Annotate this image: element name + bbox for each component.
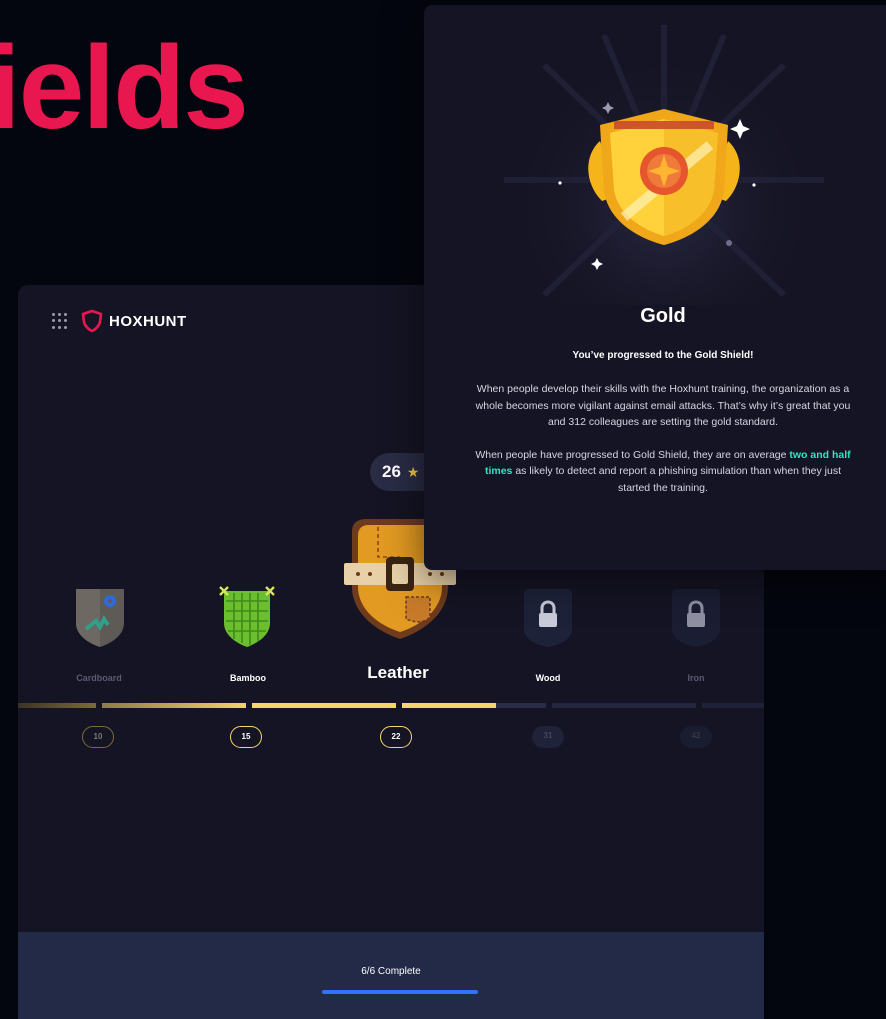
milestone-badge-31: 31: [532, 726, 564, 748]
progress-segment: [18, 703, 96, 708]
wood-shield-locked-icon: [524, 589, 572, 647]
modal-paragraph-1: When people develop their skills with th…: [475, 383, 851, 428]
paragraph-text: as likely to detect and report a phishin…: [512, 465, 842, 494]
completion-progress-bar: [322, 990, 478, 994]
milestone-badge-10: 10: [82, 726, 114, 748]
gold-shield-illustration: [504, 20, 824, 305]
tier-label-bamboo: Bamboo: [230, 673, 266, 683]
app-header: HOXHUNT: [52, 309, 187, 333]
paragraph-text: When people have progressed to Gold Shie…: [475, 448, 790, 461]
hoxhunt-logo-icon: [81, 309, 103, 333]
milestone-badge-15: 15: [230, 726, 262, 748]
quest-footer: 6/6 Complete: [18, 932, 764, 1019]
stars-count: 26: [382, 462, 401, 481]
modal-paragraph-2: When people have progressed to Gold Shie…: [472, 447, 854, 497]
modal-body: When people develop their skills with th…: [472, 381, 854, 512]
progress-segment: [102, 703, 246, 708]
completion-status: 6/6 Complete: [361, 966, 421, 977]
gold-shield-modal: Gold You’ve progressed to the Gold Shiel…: [424, 5, 886, 570]
tier-label-cardboard: Cardboard: [76, 673, 122, 683]
progress-segment: [552, 703, 696, 708]
apps-grid-icon[interactable]: [52, 313, 68, 329]
progress-segment: [702, 703, 764, 708]
star-icon: ★: [406, 463, 420, 480]
milestone-badge-22: 22: [380, 726, 412, 748]
modal-subtitle: You’ve progressed to the Gold Shield!: [572, 350, 754, 361]
progress-segment: [402, 703, 496, 708]
cardboard-shield-icon: [76, 589, 124, 647]
page-headline: ields: [0, 22, 249, 154]
progress-segment: [496, 703, 546, 708]
modal-title: Gold: [640, 305, 686, 327]
milestone-badge-42: 42: [680, 726, 712, 748]
progress-segment: [252, 703, 396, 708]
brand-name: HOXHUNT: [109, 312, 187, 330]
bamboo-shield-icon: [219, 586, 275, 647]
tier-label-leather: Leather: [367, 663, 429, 682]
tier-label-wood: Wood: [535, 673, 561, 683]
iron-shield-locked-icon: [672, 589, 720, 647]
tier-label-iron: Iron: [687, 673, 705, 683]
